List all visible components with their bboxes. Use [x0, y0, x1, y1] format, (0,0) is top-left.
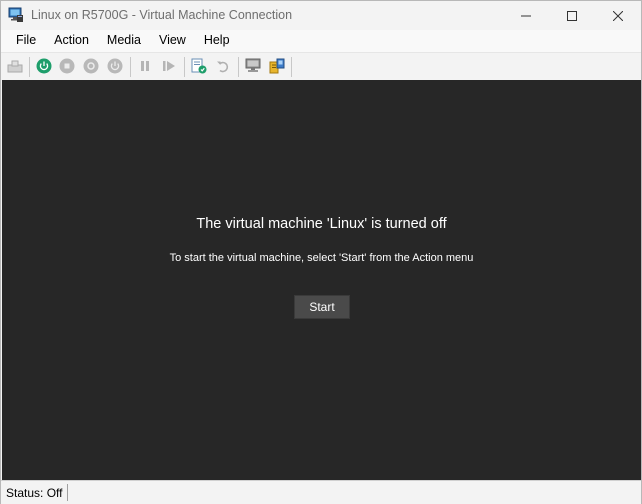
vm-display-area[interactable]: The virtual machine 'Linux' is turned of… [2, 80, 641, 480]
shut-down-button[interactable] [82, 57, 100, 75]
resume-button[interactable] [160, 57, 178, 75]
status-text: Status: Off [6, 486, 63, 500]
vm-start-hint: To start the virtual machine, select 'St… [169, 252, 474, 264]
checkpoint-icon [191, 58, 207, 74]
toolbar-separator [130, 57, 131, 77]
status-separator [67, 484, 68, 501]
close-icon [613, 10, 623, 21]
menu-bar: File Action Media View Help [1, 30, 641, 52]
pause-button[interactable] [136, 57, 154, 75]
toolbar-separator [291, 57, 292, 77]
menu-view[interactable]: View [150, 30, 195, 52]
turn-off-icon [59, 58, 75, 74]
resume-icon [163, 61, 175, 71]
menu-file[interactable]: File [1, 30, 45, 52]
start-button[interactable]: Start [294, 295, 350, 319]
vm-state-message: The virtual machine 'Linux' is turned of… [196, 216, 447, 232]
turn-off-button[interactable] [58, 57, 76, 75]
close-button[interactable] [595, 1, 641, 30]
toolbar-separator [184, 57, 185, 77]
share-icon [269, 58, 285, 74]
minimize-icon [521, 15, 531, 16]
window-title: Linux on R5700G - Virtual Machine Connec… [31, 8, 293, 22]
revert-button[interactable] [214, 57, 232, 75]
power-button[interactable] [106, 57, 124, 75]
ctrl-alt-del-button[interactable] [6, 57, 24, 75]
revert-icon [217, 61, 229, 73]
enhanced-session-icon [245, 58, 261, 72]
menu-action[interactable]: Action [45, 30, 98, 52]
vm-connection-app-icon [8, 7, 24, 23]
ctrl-alt-del-icon [7, 60, 23, 73]
minimize-button[interactable] [503, 1, 549, 30]
pause-icon [141, 61, 149, 71]
shut-down-icon [83, 58, 99, 74]
vm-connection-window: Linux on R5700G - Virtual Machine Connec… [0, 0, 642, 504]
maximize-button[interactable] [549, 1, 595, 30]
toolbar-separator [238, 57, 239, 77]
enhanced-session-button[interactable] [244, 57, 262, 75]
share-button[interactable] [268, 57, 286, 75]
power-icon [107, 58, 123, 74]
status-bar: Status: Off [1, 480, 641, 504]
start-toolbar-button[interactable] [35, 57, 53, 75]
maximize-icon [567, 10, 577, 21]
toolbar [1, 52, 641, 80]
menu-media[interactable]: Media [98, 30, 150, 52]
toolbar-separator [29, 57, 30, 77]
checkpoint-button[interactable] [190, 57, 208, 75]
title-bar[interactable]: Linux on R5700G - Virtual Machine Connec… [1, 1, 641, 30]
start-icon [36, 58, 52, 74]
menu-help[interactable]: Help [195, 30, 239, 52]
